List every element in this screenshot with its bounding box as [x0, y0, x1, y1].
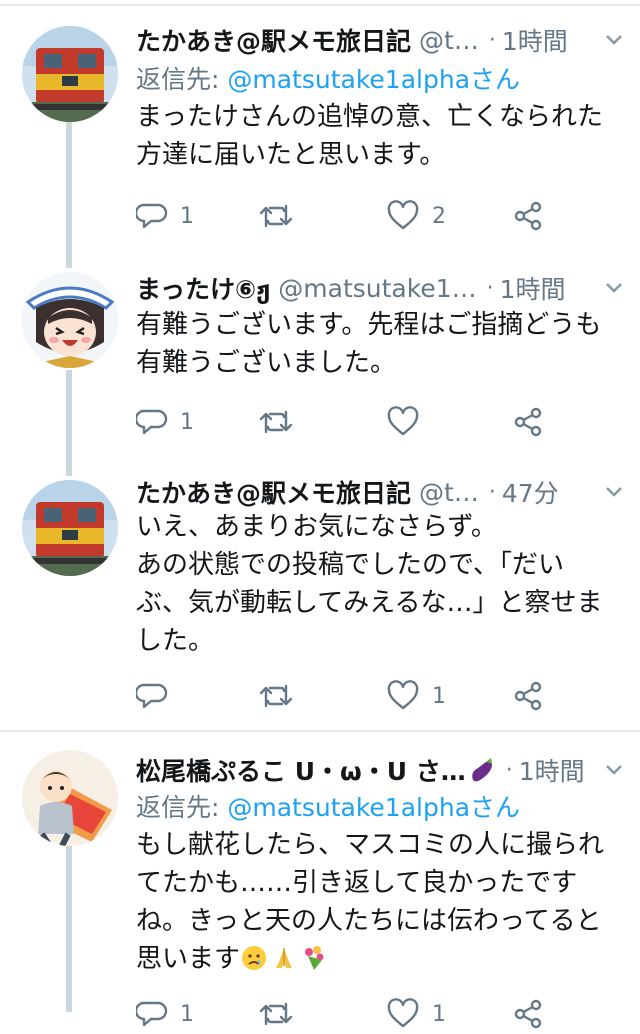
tweet-text: いえ、あまりお気になさらず。 あの状態での投稿でしたので、「だい ぶ、気が動転し…: [136, 512, 603, 656]
reply-button[interactable]: 1: [136, 196, 194, 236]
user-handle[interactable]: @t…: [419, 26, 479, 55]
avatar[interactable]: [22, 480, 118, 576]
tweet[interactable]: たかあき@駅メモ旅日記 @t… · 1時間 返信先: @matsutake1al…: [0, 0, 640, 262]
action-bar: 1: [136, 676, 616, 716]
retweet-button[interactable]: [258, 196, 306, 236]
reply-label: 返信先:: [136, 65, 228, 94]
reply-count: 1: [180, 409, 194, 435]
avatar[interactable]: [22, 750, 118, 846]
action-bar: 1 1: [136, 994, 616, 1034]
action-bar: 1: [136, 402, 616, 442]
timestamp[interactable]: 47分: [502, 474, 559, 510]
share-icon: [512, 406, 544, 438]
timestamp[interactable]: 1時間: [500, 270, 566, 306]
like-button[interactable]: 2: [386, 196, 446, 236]
display-name[interactable]: まったけ⑥ჟ: [136, 270, 270, 306]
timestamp[interactable]: 1時間: [502, 22, 568, 58]
tweet-text: もし献花したら、マスコミの人に撮られ てたかも……引き返して良かったです ね。き…: [136, 830, 605, 974]
retweet-icon: [258, 200, 294, 232]
tweet[interactable]: たかあき@駅メモ旅日記 @t… · 47分 いえ、あまりお気になさらず。 あの状…: [0, 462, 640, 730]
share-icon: [512, 998, 544, 1030]
crying-emoji: [240, 944, 268, 972]
reply-context: 返信先: @matsutake1alphaさん: [136, 788, 520, 824]
user-handle[interactable]: @matsutake1…: [278, 274, 476, 303]
tweet[interactable]: 松尾橋ぷるこ U・ω・U さ… · 1時間 返信先: @matsutake1al…: [0, 732, 640, 1029]
like-icon: [386, 200, 420, 232]
display-name[interactable]: たかあき@駅メモ旅日記: [136, 22, 411, 58]
user-handle[interactable]: @t…: [419, 478, 479, 507]
chevron-down-icon[interactable]: [602, 28, 626, 52]
reply-button[interactable]: 1: [136, 402, 194, 442]
separator-dot: ·: [488, 479, 496, 505]
retweet-button[interactable]: [258, 676, 306, 716]
reply-icon: [136, 406, 168, 438]
retweet-icon: [258, 680, 294, 712]
share-icon: [512, 680, 544, 712]
chevron-down-icon[interactable]: [602, 276, 626, 300]
share-icon: [512, 200, 544, 232]
reply-count: 1: [180, 1001, 194, 1027]
like-button[interactable]: 1: [386, 676, 446, 716]
timestamp[interactable]: 1時間: [519, 752, 585, 788]
share-button[interactable]: [512, 994, 544, 1034]
bouquet-emoji: [300, 944, 328, 972]
action-bar: 1 2: [136, 196, 616, 236]
like-button[interactable]: 1: [386, 994, 446, 1034]
eggplant-emoji: [468, 756, 496, 784]
share-button[interactable]: [512, 676, 544, 716]
chevron-down-icon[interactable]: [602, 758, 626, 782]
retweet-button[interactable]: [258, 402, 306, 442]
reply-button[interactable]: 1: [136, 994, 194, 1034]
retweet-icon: [258, 406, 294, 438]
tweet[interactable]: まったけ⑥ჟ @matsutake1… · 1時間 有難うございます。先程はご指…: [0, 262, 640, 462]
reply-context: 返信先: @matsutake1alphaさん: [136, 60, 520, 96]
like-icon: [386, 406, 420, 438]
avatar[interactable]: [22, 26, 118, 122]
tweet-text: まったけさんの追悼の意、亡くなられた 方達に届いたと思います。: [136, 102, 603, 170]
reply-icon: [136, 200, 168, 232]
display-name[interactable]: 松尾橋ぷるこ U・ω・U さ…: [136, 752, 466, 788]
like-icon: [386, 998, 420, 1030]
tweet-text: 有難うございます。先程はご指摘どうも 有難うございました。: [136, 310, 602, 378]
display-name[interactable]: たかあき@駅メモ旅日記: [136, 474, 411, 510]
separator-dot: ·: [488, 27, 496, 53]
separator-dot: ·: [505, 757, 513, 783]
retweet-button[interactable]: [258, 994, 306, 1034]
reply-label: 返信先:: [136, 793, 228, 822]
separator-dot: ·: [486, 275, 494, 301]
reply-count: 1: [180, 203, 194, 229]
reply-icon: [136, 998, 168, 1030]
tweet-text-container: もし献花したら、マスコミの人に撮られ てたかも……引き返して良かったです ね。き…: [136, 826, 626, 978]
like-icon: [386, 680, 420, 712]
reply-button[interactable]: [136, 676, 180, 716]
retweet-icon: [258, 998, 294, 1030]
share-button[interactable]: [512, 402, 544, 442]
like-button[interactable]: [386, 402, 432, 442]
mention-link[interactable]: @matsutake1alphaさん: [227, 65, 520, 94]
mention-link[interactable]: @matsutake1alphaさん: [227, 793, 520, 822]
like-count: 2: [432, 203, 446, 229]
folded-hands-emoji: [270, 944, 298, 972]
like-count: 1: [432, 683, 446, 709]
reply-icon: [136, 680, 168, 712]
avatar[interactable]: [22, 272, 118, 368]
share-button[interactable]: [512, 196, 544, 236]
like-count: 1: [432, 1001, 446, 1027]
chevron-down-icon[interactable]: [602, 480, 626, 504]
